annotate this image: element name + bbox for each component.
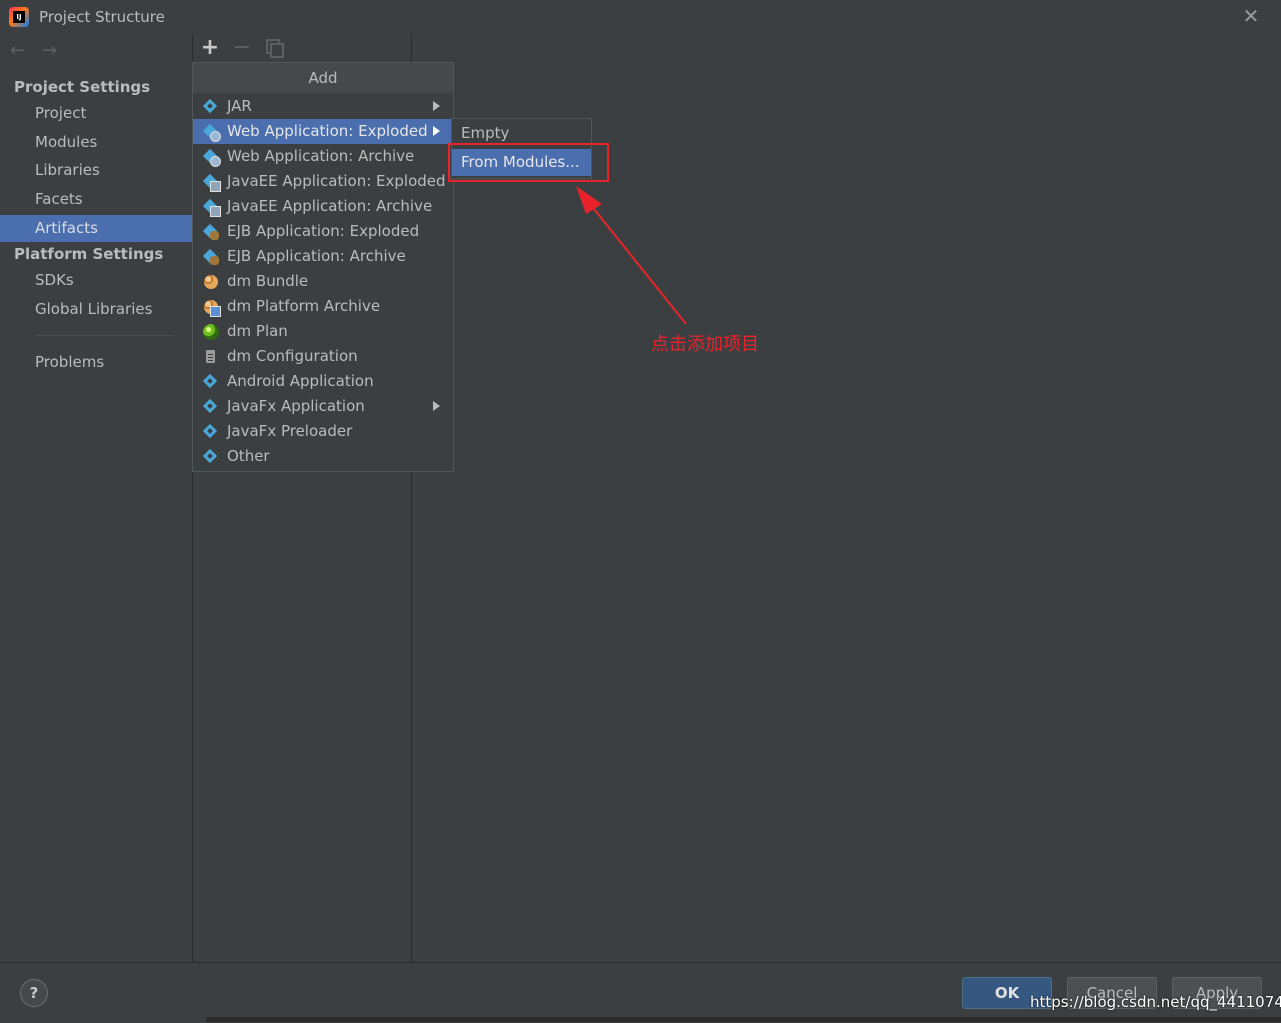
menu-item-javaee-application-archive[interactable]: JavaEE Application: Archive — [193, 194, 453, 219]
window-title: Project Structure — [39, 8, 165, 26]
dm-plan-icon — [203, 324, 219, 340]
back-arrow-icon[interactable]: ← — [10, 40, 25, 61]
menu-item-dm-plan[interactable]: dm Plan — [193, 319, 453, 344]
sidebar-divider — [35, 335, 175, 336]
add-popup-menu: Add JAR Web Application: Exploded Web Ap… — [192, 62, 454, 472]
javafx-preloader-icon — [202, 423, 219, 440]
annotation-arrow-icon — [576, 186, 687, 325]
title-bar — [0, 0, 1281, 34]
sidebar-item-artifacts[interactable]: Artifacts — [0, 215, 192, 242]
annotation-highlight-box — [448, 143, 609, 182]
add-icon[interactable]: + — [200, 37, 220, 59]
submenu-arrow-icon — [433, 401, 440, 411]
sidebar-item-project[interactable]: Project — [0, 100, 192, 127]
sidebar-item-facets[interactable]: Facets — [0, 186, 192, 213]
popup-title: Add — [193, 63, 453, 93]
menu-item-dm-platform-archive[interactable]: dm Platform Archive — [193, 294, 453, 319]
menu-item-web-application-exploded[interactable]: Web Application: Exploded — [193, 119, 453, 144]
sidebar-item-libraries[interactable]: Libraries — [0, 157, 192, 184]
javafx-application-icon — [202, 398, 219, 415]
android-application-icon — [202, 373, 219, 390]
menu-item-other[interactable]: Other — [193, 444, 453, 469]
close-icon[interactable]: ✕ — [1240, 5, 1262, 27]
sidebar-item-problems[interactable]: Problems — [0, 349, 192, 376]
menu-item-dm-configuration[interactable]: dm Configuration — [193, 344, 453, 369]
menu-item-ejb-application-exploded[interactable]: EJB Application: Exploded — [193, 219, 453, 244]
help-button[interactable]: ? — [20, 979, 48, 1007]
remove-icon[interactable]: − — [232, 37, 252, 59]
menu-item-javafx-application[interactable]: JavaFx Application — [193, 394, 453, 419]
menu-item-javafx-preloader[interactable]: JavaFx Preloader — [193, 419, 453, 444]
other-icon — [202, 448, 219, 465]
watermark: https://blog.csdn.net/qq_44110741 — [1030, 993, 1281, 1011]
copy-icon[interactable] — [264, 38, 284, 58]
menu-item-dm-bundle[interactable]: dm Bundle — [193, 269, 453, 294]
dm-bundle-icon — [203, 274, 219, 290]
menu-item-javaee-application-exploded[interactable]: JavaEE Application: Exploded — [193, 169, 453, 194]
ejb-archive-icon — [202, 248, 219, 265]
menu-item-android-application[interactable]: Android Application — [193, 369, 453, 394]
submenu-arrow-icon — [433, 101, 440, 111]
jar-icon — [202, 98, 219, 115]
taskbar-strip — [206, 1017, 1281, 1022]
dm-platform-archive-icon — [203, 299, 221, 317]
project-settings-header: Project Settings — [14, 78, 151, 96]
sidebar-item-global-libraries[interactable]: Global Libraries — [0, 296, 192, 323]
dm-configuration-icon — [203, 349, 219, 365]
menu-item-jar[interactable]: JAR — [193, 94, 453, 119]
web-exploded-icon — [202, 123, 221, 142]
sidebar-item-modules[interactable]: Modules — [0, 129, 192, 156]
submenu-arrow-icon — [433, 126, 440, 136]
intellij-logo-icon: IJ — [9, 7, 29, 27]
sidebar-item-sdks[interactable]: SDKs — [0, 267, 192, 294]
platform-settings-header: Platform Settings — [14, 245, 164, 263]
menu-item-web-application-archive[interactable]: Web Application: Archive — [193, 144, 453, 169]
menu-item-ejb-application-archive[interactable]: EJB Application: Archive — [193, 244, 453, 269]
annotation-text: 点击添加项目 — [651, 334, 759, 355]
ejb-exploded-icon — [202, 223, 219, 240]
forward-arrow-icon[interactable]: → — [42, 40, 57, 61]
javaee-exploded-icon — [202, 173, 221, 192]
javaee-archive-icon — [202, 198, 221, 217]
web-archive-icon — [202, 148, 221, 167]
